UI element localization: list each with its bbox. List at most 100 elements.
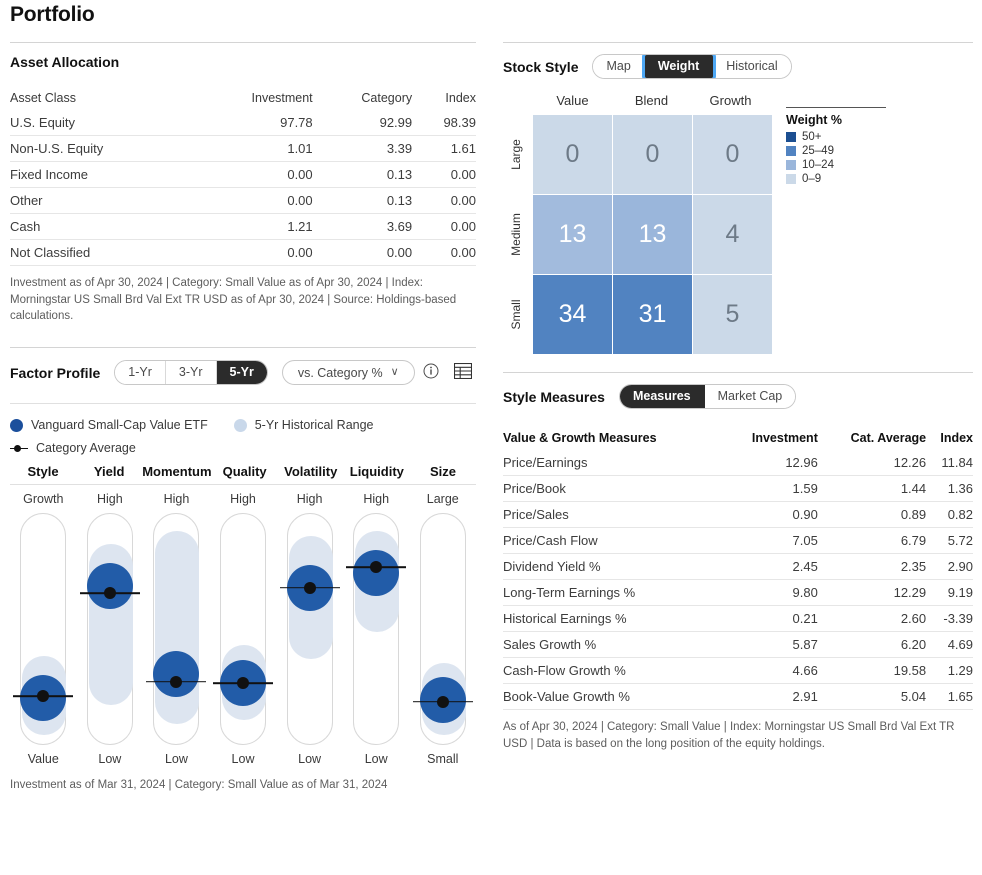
factor-profile-legend: Vanguard Small-Cap Value ETF 5-Yr Histor… bbox=[10, 403, 476, 455]
table-view-icon[interactable] bbox=[454, 363, 472, 380]
tab-map[interactable]: Map bbox=[593, 55, 645, 78]
tab-measures[interactable]: Measures bbox=[619, 385, 705, 408]
factor-bottom-label: Low bbox=[98, 752, 122, 767]
cell-index: 11.84 bbox=[941, 455, 973, 470]
stock-style-box: Value Blend Growth Large Medium Small 00… bbox=[503, 93, 973, 358]
chevron-down-icon: ∨ bbox=[390, 366, 399, 379]
factor-top-label: Large bbox=[426, 492, 459, 507]
factor-period-toggle[interactable]: 1-Yr 3-Yr 5-Yr bbox=[114, 360, 268, 386]
tab-weight[interactable]: Weight bbox=[644, 55, 714, 78]
factor-track bbox=[146, 513, 207, 746]
cell-label: Fixed Income bbox=[10, 161, 193, 188]
factor-top-label: High bbox=[230, 492, 256, 507]
factor-column-style[interactable] bbox=[10, 513, 77, 746]
factor-bottom-label: Value bbox=[27, 752, 59, 767]
factor-column-size[interactable] bbox=[409, 513, 476, 746]
factor-track bbox=[279, 513, 340, 746]
col-investment: Investment bbox=[751, 431, 818, 445]
factor-category-average-dot bbox=[370, 561, 383, 574]
style-cell-small-blend[interactable]: 31 bbox=[613, 275, 692, 354]
stock-style-tabs[interactable]: Map Weight Historical bbox=[592, 54, 792, 79]
table-row: Dividend Yield % 2.45 2.35 2.90 bbox=[503, 553, 973, 580]
style-cell-small-growth[interactable]: 5 bbox=[693, 275, 772, 354]
cell-index: 0.00 bbox=[412, 239, 476, 266]
left-column: Asset Allocation Asset Class Investment … bbox=[10, 42, 476, 794]
cell-measure: Price/Sales bbox=[503, 501, 724, 528]
style-cell-large-value[interactable]: 0 bbox=[533, 115, 612, 194]
table-row: Other 0.00 0.13 0.00 bbox=[10, 187, 476, 214]
factor-category-average-dot bbox=[237, 677, 250, 690]
style-measures-tabs[interactable]: Measures Market Cap bbox=[618, 384, 797, 409]
style-cell-medium-value[interactable]: 13 bbox=[533, 195, 612, 274]
cell-investment: 0.21 bbox=[723, 605, 818, 632]
style-col-blend: Blend bbox=[634, 93, 669, 108]
legend-swatch-icon bbox=[786, 174, 796, 184]
factor-track bbox=[13, 513, 74, 746]
factor-column-volatility[interactable] bbox=[276, 513, 343, 746]
table-row: Cash 1.21 3.69 0.00 bbox=[10, 213, 476, 240]
factor-column-quality[interactable] bbox=[210, 513, 277, 746]
legend-rule bbox=[786, 107, 886, 108]
tab-3-yr[interactable]: 3-Yr bbox=[165, 361, 217, 385]
factor-name: Volatility bbox=[284, 464, 338, 480]
cell-measure: Price/Cash Flow bbox=[503, 527, 724, 554]
factor-investment-bubble[interactable] bbox=[153, 651, 200, 698]
factor-name: Quality bbox=[222, 464, 267, 480]
factor-track bbox=[346, 513, 407, 746]
cell-label: Not Classified bbox=[10, 239, 193, 266]
style-cell-small-value[interactable]: 34 bbox=[533, 275, 612, 354]
cell-index: 0.00 bbox=[412, 187, 476, 214]
legend-label-category-average: Category Average bbox=[36, 441, 136, 456]
factor-top-label: High bbox=[296, 492, 323, 507]
asset-allocation-table: Asset Class Investment Category Index U.… bbox=[10, 88, 476, 266]
col-asset-class: Asset Class bbox=[10, 91, 76, 105]
table-row: Historical Earnings % 0.21 2.60 -3.39 bbox=[503, 605, 973, 632]
legend-swatch-icon bbox=[786, 132, 796, 142]
col-measure: Value & Growth Measures bbox=[503, 431, 657, 445]
tab-5-yr[interactable]: 5-Yr bbox=[216, 361, 267, 385]
legend-row-secondary: Category Average bbox=[10, 441, 476, 455]
factor-column-momentum[interactable] bbox=[143, 513, 210, 746]
cell-measure: Dividend Yield % bbox=[503, 553, 724, 580]
factor-axis-names: Style Yield Momentum Quality Volatility … bbox=[10, 464, 476, 484]
style-col-value: Value bbox=[556, 93, 589, 108]
style-cell-medium-growth[interactable]: 4 bbox=[693, 195, 772, 274]
tab-historical[interactable]: Historical bbox=[713, 55, 791, 78]
tab-1-yr[interactable]: 1-Yr bbox=[115, 361, 166, 385]
cell-index: 1.61 bbox=[412, 135, 476, 162]
style-cell-medium-blend[interactable]: 13 bbox=[613, 195, 692, 274]
comparison-dropdown[interactable]: vs. Category % ∨ bbox=[281, 360, 415, 386]
legend-label-investment: Vanguard Small-Cap Value ETF bbox=[31, 418, 208, 433]
legend-swatch-icon bbox=[786, 146, 796, 156]
divider-stock-style bbox=[503, 42, 973, 43]
factor-bottom-label: Low bbox=[231, 752, 255, 767]
cell-measure: Long-Term Earnings % bbox=[503, 579, 724, 606]
col-index: Index bbox=[940, 431, 973, 445]
factor-name: Momentum bbox=[142, 464, 212, 480]
col-category: Category bbox=[361, 91, 413, 105]
table-row: Sales Growth % 5.87 6.20 4.69 bbox=[503, 631, 973, 658]
factor-bottom-label: Low bbox=[364, 752, 388, 767]
factor-bottom-label: Low bbox=[298, 752, 322, 767]
style-row-small: Small bbox=[509, 299, 523, 330]
factor-column-liquidity[interactable] bbox=[343, 513, 410, 746]
legend-dot-investment-icon bbox=[10, 418, 23, 432]
divider-factor-profile bbox=[10, 347, 476, 349]
tab-market-cap[interactable]: Market Cap bbox=[704, 385, 796, 408]
info-icon[interactable] bbox=[423, 363, 439, 379]
cell-index: 2.90 bbox=[926, 553, 973, 580]
legend-dot-historical-icon bbox=[233, 418, 247, 432]
cell-index: 9.19 bbox=[926, 579, 973, 606]
cell-index: 0.00 bbox=[412, 213, 476, 240]
factor-column-yield[interactable] bbox=[77, 513, 144, 746]
cell-index: 1.36 bbox=[926, 475, 973, 502]
style-measures-header: Style Measures Measures Market Cap bbox=[503, 384, 973, 409]
cell-category: 0.13 bbox=[312, 187, 413, 214]
legend-entry: 0–9 bbox=[786, 173, 886, 185]
factor-profile-header: Factor Profile 1-Yr 3-Yr 5-Yr vs. Catego… bbox=[10, 360, 476, 386]
style-cell-large-blend[interactable]: 0 bbox=[613, 115, 692, 194]
style-cell-large-growth[interactable]: 0 bbox=[693, 115, 772, 194]
factor-investment-bubble[interactable] bbox=[86, 562, 133, 609]
style-col-growth: Growth bbox=[709, 93, 752, 108]
style-row-medium: Medium bbox=[509, 213, 523, 256]
